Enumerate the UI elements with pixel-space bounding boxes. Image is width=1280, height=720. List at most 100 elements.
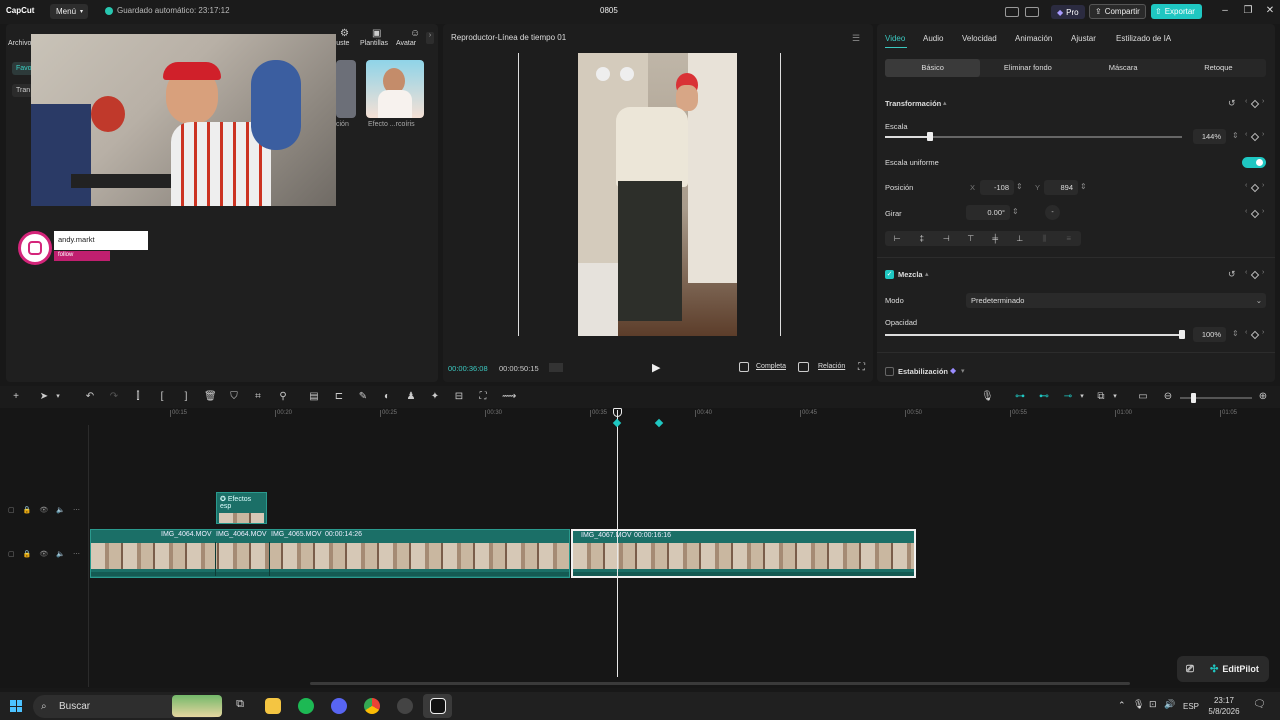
blend-mode-select[interactable]: Predeterminado ⌄: [966, 293, 1266, 308]
chevron-left-icon[interactable]: ‹: [1245, 329, 1247, 336]
chevron-down-icon[interactable]: ▾: [1109, 391, 1121, 403]
reset-icon[interactable]: ↺: [1228, 98, 1236, 109]
caption-icon[interactable]: ⊟: [453, 391, 465, 403]
chevron-right-icon[interactable]: ›: [1262, 131, 1264, 138]
shield-icon[interactable]: ⛉: [228, 391, 240, 403]
chevron-left-icon[interactable]: ‹: [1245, 269, 1247, 276]
chevron-left-icon[interactable]: ‹: [1245, 182, 1247, 189]
feedback-icon[interactable]: ⎚: [1186, 664, 1194, 675]
speaker-icon[interactable]: 🔈: [56, 550, 65, 558]
subtab-remove-bg[interactable]: Eliminar fondo: [980, 59, 1075, 77]
tab-plantillas[interactable]: Plantillas: [360, 40, 388, 47]
select-cursor-icon[interactable]: ➤: [38, 391, 50, 403]
tab-audio[interactable]: Audio: [923, 34, 943, 43]
file-explorer-icon[interactable]: [265, 698, 281, 714]
reset-icon[interactable]: ↺: [1228, 269, 1236, 280]
opacity-input[interactable]: 100%: [1193, 327, 1226, 342]
ratio-button[interactable]: Relación: [818, 363, 845, 370]
align-right-icon[interactable]: ⊣: [934, 234, 959, 243]
chevron-right-icon[interactable]: ›: [1262, 98, 1264, 105]
trim-icon[interactable]: ⊏: [333, 391, 345, 403]
motion-icon[interactable]: ⟿: [502, 391, 516, 403]
link-icon[interactable]: ⊷: [1038, 391, 1050, 403]
eye-icon[interactable]: 👁: [39, 550, 48, 558]
volume-icon[interactable]: 🔊: [1164, 699, 1175, 710]
play-icon[interactable]: ▶: [652, 361, 660, 374]
eye-icon[interactable]: 👁: [39, 506, 48, 514]
hamburger-icon[interactable]: ☰: [852, 33, 860, 44]
chevron-right-icon[interactable]: ›: [1262, 182, 1264, 189]
menu-button[interactable]: Menú ▾: [50, 4, 88, 19]
fullscreen-icon[interactable]: ⛶: [858, 362, 865, 373]
auto-reframe-icon[interactable]: ⚲: [277, 391, 289, 403]
close-icon[interactable]: ✕: [1262, 5, 1278, 16]
tab-avatar[interactable]: Avatar: [396, 40, 416, 47]
split-left-icon[interactable]: [: [156, 391, 168, 403]
pen-icon[interactable]: ✎: [357, 391, 369, 403]
delete-icon[interactable]: 🗑: [204, 391, 217, 403]
stepper-icon[interactable]: ⇕: [1232, 131, 1239, 140]
pos-y-input[interactable]: 894: [1044, 180, 1078, 195]
crop-icon[interactable]: ⌗: [252, 391, 264, 403]
chevron-up-icon[interactable]: ▴: [925, 270, 929, 278]
microphone-icon[interactable]: 🎙: [981, 391, 994, 403]
clock[interactable]: 23:17 5/8/2026: [1206, 696, 1242, 716]
chevron-right-icon[interactable]: ›: [1262, 208, 1264, 215]
undo-icon[interactable]: ↶: [84, 391, 96, 403]
zoom-out-icon[interactable]: ⊖: [1162, 391, 1174, 403]
zoom-slider-knob[interactable]: [1191, 393, 1196, 403]
freeze-icon[interactable]: ▤: [308, 391, 320, 403]
subtitle-icon[interactable]: ▭: [1137, 391, 1149, 403]
time-ruler[interactable]: 00:15 00:20 00:25 00:30 00:35 00:40 00:45 00:50…: [90, 408, 1280, 422]
align-top-icon[interactable]: ⊤: [959, 234, 984, 243]
chevron-left-icon[interactable]: ‹: [1245, 208, 1247, 215]
pro-badge[interactable]: ◆ Pro: [1051, 5, 1085, 19]
microphone-icon[interactable]: 🎙: [1133, 699, 1144, 710]
subtab-retouch[interactable]: Retoque: [1171, 59, 1266, 77]
align-middle-icon[interactable]: ╪: [983, 234, 1008, 243]
export-button[interactable]: ⇧ Exportar: [1151, 4, 1202, 19]
chevron-left-icon[interactable]: ‹: [1245, 131, 1247, 138]
stabilize-checkbox[interactable]: [885, 367, 894, 376]
more-icon[interactable]: ⋯: [73, 550, 80, 558]
scale-input[interactable]: 144%: [1193, 129, 1226, 144]
redo-icon[interactable]: ↷: [108, 391, 120, 403]
discord-icon[interactable]: [331, 698, 347, 714]
subtab-mask[interactable]: Máscara: [1076, 59, 1171, 77]
windows-start-icon[interactable]: [10, 700, 22, 712]
tab-animation[interactable]: Animación: [1015, 34, 1052, 43]
add-icon[interactable]: +: [10, 391, 22, 403]
share-button[interactable]: ⇪ Compartir: [1089, 4, 1146, 19]
chevron-down-icon[interactable]: ▾: [961, 367, 965, 375]
language-indicator[interactable]: ESP: [1183, 702, 1199, 711]
preview-axis-icon[interactable]: ⧉: [1095, 391, 1107, 403]
rotate-dial-icon[interactable]: -: [1045, 205, 1060, 220]
crop-icon[interactable]: [739, 362, 749, 372]
stepper-icon[interactable]: ⇕: [1080, 182, 1087, 191]
chevron-down-icon[interactable]: ▾: [52, 391, 64, 403]
chevron-right-icon[interactable]: ›: [1262, 329, 1264, 336]
video-clip-group[interactable]: IMG_4064.MOV IMG_4064.MOV IMG_4065.MOV 0…: [90, 529, 570, 578]
magnet-icon[interactable]: ⊶: [1014, 391, 1026, 403]
tab-video[interactable]: Video: [885, 34, 905, 43]
opacity-slider-knob[interactable]: [1179, 330, 1185, 339]
split-icon[interactable]: ⫿: [132, 391, 144, 403]
minimize-icon[interactable]: –: [1217, 5, 1233, 16]
stepper-icon[interactable]: ⇕: [1232, 329, 1239, 338]
shortcut-icon[interactable]: [1025, 7, 1039, 17]
playhead[interactable]: [617, 410, 618, 677]
playhead-handle[interactable]: [613, 408, 622, 417]
tab-archivo[interactable]: Archivo: [8, 40, 31, 47]
more-icon[interactable]: ⋯: [73, 506, 80, 514]
uniform-scale-toggle[interactable]: [1242, 157, 1266, 168]
network-icon[interactable]: ⊡: [1149, 699, 1157, 710]
align-bottom-icon[interactable]: ⊥: [1008, 234, 1033, 243]
spotify-icon[interactable]: [298, 698, 314, 714]
lock-icon[interactable]: 🔒: [23, 506, 32, 514]
layout-icon[interactable]: [1005, 7, 1019, 17]
track-toggle-icon[interactable]: ▢: [8, 550, 15, 558]
timeline-grid-icon[interactable]: [549, 363, 563, 372]
blend-checkbox[interactable]: ✓: [885, 270, 894, 279]
stepper-icon[interactable]: ⇕: [1016, 182, 1023, 191]
distribute-v-icon[interactable]: ≡: [1057, 234, 1082, 243]
